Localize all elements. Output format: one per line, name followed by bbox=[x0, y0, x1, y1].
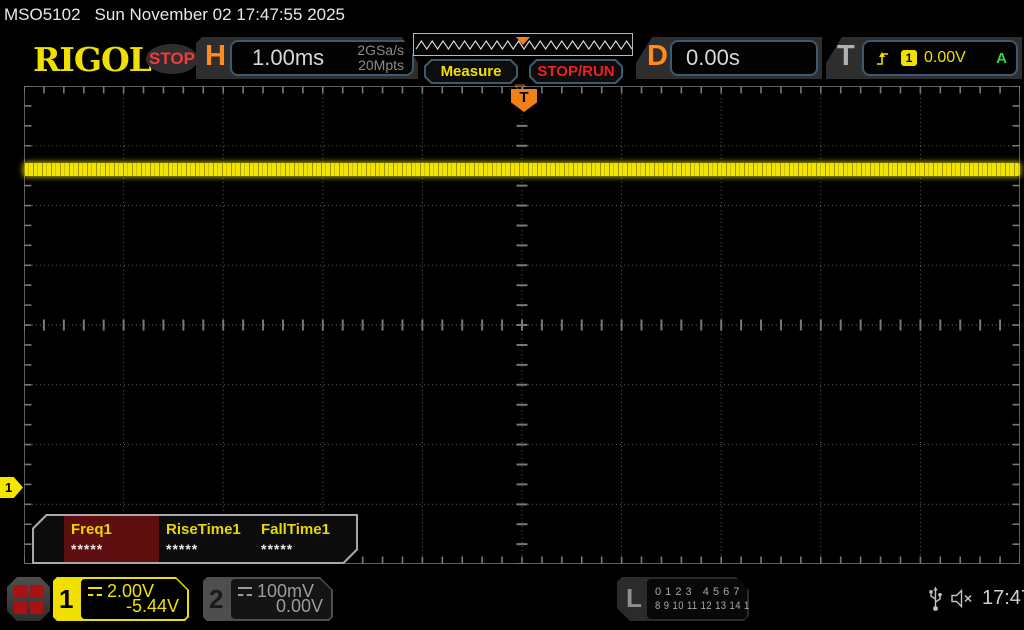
trigger-label: T bbox=[837, 40, 855, 72]
rising-edge-icon bbox=[877, 51, 888, 65]
horizontal-settings-panel[interactable]: H 1.00ms 2GSa/s 20Mpts bbox=[196, 37, 418, 79]
delay-settings-panel[interactable]: D 0.00s bbox=[636, 37, 822, 79]
oscilloscope-screen: MSO5102 Sun November 02 17:47:55 2025 RIG… bbox=[0, 0, 1024, 630]
acquisition-status-badge: STOP bbox=[146, 44, 198, 74]
acquisition-info: 2GSa/s 20Mpts bbox=[357, 43, 404, 73]
channel1-offset: -5.44V bbox=[125, 596, 179, 616]
measurement-cell-falltime1[interactable]: FallTime1 ***** bbox=[254, 516, 349, 562]
channel2-number: 2 bbox=[209, 584, 224, 614]
memory-depth: 20Mpts bbox=[358, 57, 404, 73]
usb-icon bbox=[929, 586, 942, 611]
dc-coupling-icon bbox=[88, 587, 102, 596]
ch1-waveform-trace[interactable] bbox=[24, 163, 1020, 176]
channel1-number: 1 bbox=[59, 584, 74, 614]
trigger-panel[interactable]: 1 0.00V A bbox=[862, 40, 1018, 76]
delay-value: 0.00s bbox=[686, 45, 740, 70]
channel1-block[interactable]: 1 2.00V -5.44V bbox=[53, 577, 189, 621]
channel2-block[interactable]: 2 100mV 0.00V bbox=[203, 577, 333, 621]
stop-run-button[interactable]: STOP/RUN bbox=[529, 59, 623, 84]
logic-row-0-7: 0 1 2 3 4 5 6 7 bbox=[655, 586, 740, 598]
horizontal-label: H bbox=[205, 40, 226, 72]
clock-text: 17:47 bbox=[982, 587, 1024, 609]
logic-label: L bbox=[626, 583, 642, 613]
dc-coupling-icon bbox=[238, 587, 252, 596]
menu-grid-button[interactable] bbox=[7, 577, 50, 621]
trigger-mode-indicator: A bbox=[996, 49, 1007, 67]
ch1-ground-marker[interactable]: 1 bbox=[0, 477, 23, 498]
delay-panel[interactable]: 0.00s bbox=[670, 40, 818, 76]
trigger-source-badge: 1 bbox=[901, 50, 917, 66]
measure-button[interactable]: Measure bbox=[424, 59, 518, 84]
grid-menu-icon bbox=[14, 585, 43, 614]
trigger-settings-panel[interactable]: T 1 0.00V A bbox=[826, 37, 1022, 79]
rigol-logo: RIGOL bbox=[33, 40, 152, 79]
datetime-text: Sun November 02 17:47:55 2025 bbox=[94, 5, 346, 24]
sample-rate: 2GSa/s bbox=[357, 42, 404, 58]
delay-label: D bbox=[647, 40, 668, 72]
model-name: MSO5102 bbox=[4, 5, 81, 24]
logic-channels-block[interactable]: L 0 1 2 3 4 5 6 7 8 9 10 11 12 13 14 15 bbox=[617, 577, 749, 621]
graticule bbox=[24, 86, 1020, 564]
sound-muted-icon bbox=[951, 589, 972, 608]
titlebar: MSO5102 Sun November 02 17:47:55 2025 bbox=[4, 5, 345, 25]
timebase-value: 1.00ms bbox=[252, 45, 325, 70]
trigger-level-value: 0.00V bbox=[924, 49, 966, 66]
measurement-cell-freq1[interactable]: Freq1 ***** bbox=[64, 516, 159, 562]
timebase-panel[interactable]: 1.00ms 2GSa/s 20Mpts bbox=[230, 40, 414, 76]
channel2-offset: 0.00V bbox=[275, 596, 323, 616]
logic-row-8-15: 8 9 10 11 12 13 14 15 bbox=[655, 600, 756, 612]
measurement-cell-risetime1[interactable]: RiseTime1 ***** bbox=[159, 516, 254, 562]
measurement-panel[interactable]: Freq1 ***** RiseTime1 ***** FallTime1 **… bbox=[32, 514, 358, 564]
preview-trigger-position-icon[interactable] bbox=[516, 37, 530, 45]
